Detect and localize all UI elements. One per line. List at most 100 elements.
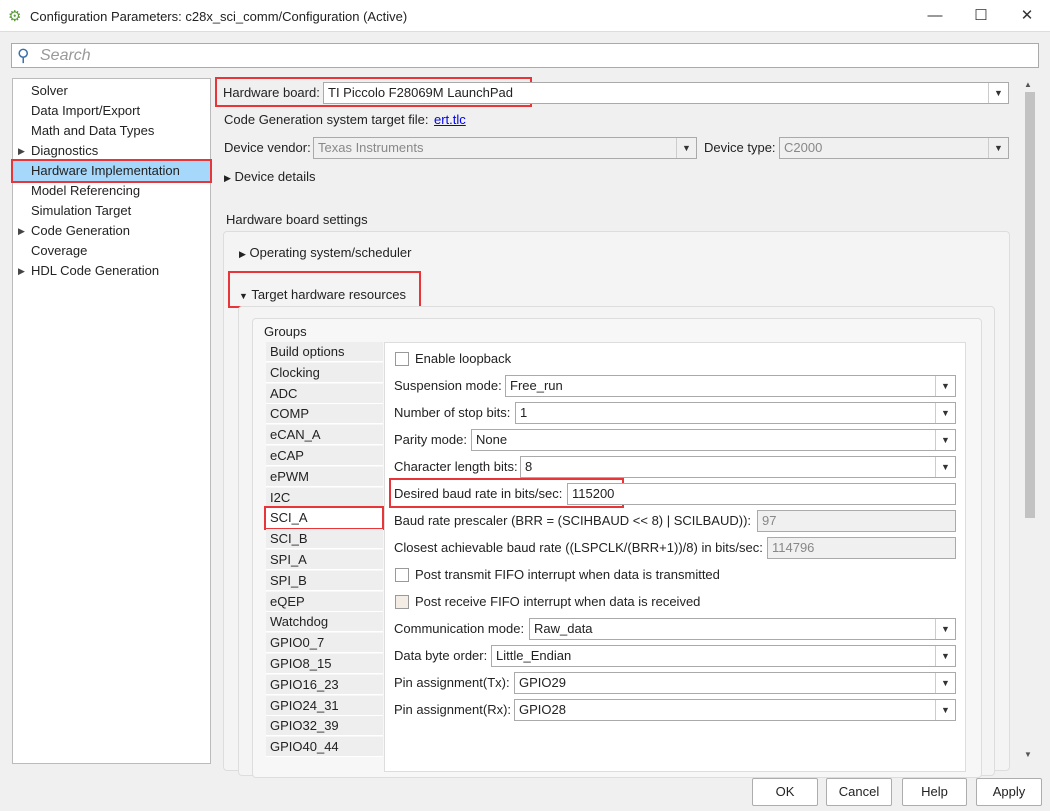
search-input[interactable]: ⚲ Search	[11, 43, 1039, 68]
pin-tx-select[interactable]: GPIO29 ▼	[514, 672, 956, 694]
category-tree: Solver Data Import/Export Math and Data Ty…	[11, 78, 212, 764]
enable-loopback-checkbox[interactable]	[395, 352, 409, 366]
tx-fifo-checkbox[interactable]	[395, 568, 409, 582]
group-item[interactable]: ADC	[266, 383, 383, 404]
group-item[interactable]: Build options	[266, 342, 383, 362]
hardware-board-value: TI Piccolo F28069M LaunchPad	[328, 85, 513, 100]
group-item[interactable]: GPIO16_23	[266, 674, 383, 695]
parity-mode-select[interactable]: None ▼	[471, 429, 956, 451]
group-item[interactable]: GPIO24_31	[266, 695, 383, 716]
group-item[interactable]: COMP	[266, 404, 383, 425]
device-vendor-select[interactable]: Texas Instruments ▼	[313, 137, 697, 159]
os-scheduler-toggle[interactable]: ▶ Operating system/scheduler	[239, 243, 411, 264]
tree-item-label: Solver	[31, 83, 68, 98]
apply-button[interactable]: Apply	[976, 778, 1042, 806]
tree-item-label: Code Generation	[31, 223, 131, 238]
group-item[interactable]: eCAN_A	[266, 425, 383, 446]
cancel-button[interactable]: Cancel	[826, 778, 892, 806]
brr-value: 97	[762, 513, 777, 528]
collapse-triangle-icon: ▼	[239, 291, 248, 301]
scrollbar-thumb[interactable]	[1025, 92, 1035, 518]
device-type-select[interactable]: C2000 ▼	[779, 137, 1009, 159]
group-item[interactable]: GPIO32_39	[266, 716, 383, 737]
expand-triangle-icon: ▶	[239, 249, 246, 259]
byte-order-label: Data byte order:	[394, 648, 488, 663]
group-item[interactable]: SCI_A	[264, 506, 384, 531]
device-details-label: Device details	[234, 169, 316, 184]
chevron-down-icon: ▼	[935, 376, 955, 396]
tree-item-label: HDL Code Generation	[31, 263, 160, 278]
byte-order-select[interactable]: Little_Endian ▼	[491, 645, 956, 667]
tree-item-model-referencing[interactable]: Model Referencing	[13, 181, 210, 201]
tree-item-label: Data Import/Export	[31, 103, 141, 118]
search-icon: ⚲	[17, 46, 30, 65]
tree-item-coverage[interactable]: Coverage	[13, 241, 210, 261]
tree-item-simulation-target[interactable]: Simulation Target	[13, 201, 210, 221]
pin-tx-value: GPIO29	[519, 675, 566, 690]
baud-rate-input[interactable]: 115200	[567, 483, 956, 505]
scroll-up-icon[interactable]: ▲	[1024, 80, 1032, 89]
group-item[interactable]: SPI_A	[266, 550, 383, 570]
target-file-label: Code Generation system target file:	[224, 112, 429, 127]
pin-rx-value: GPIO28	[519, 702, 566, 717]
device-vendor-value: Texas Instruments	[318, 140, 424, 155]
device-type-label: Device type:	[704, 140, 776, 155]
group-item[interactable]: I2C	[266, 487, 383, 508]
maximize-button[interactable]: ☐	[958, 0, 1004, 32]
expand-triangle-icon: ▶	[18, 226, 25, 236]
group-item[interactable]: SCI_B	[266, 529, 383, 550]
tree-item-code-generation[interactable]: ▶ Code Generation	[13, 221, 210, 241]
os-scheduler-label: Operating system/scheduler	[249, 245, 412, 260]
scroll-down-icon[interactable]: ▼	[1024, 750, 1032, 759]
device-details-toggle[interactable]: ▶ Device details	[224, 167, 315, 188]
target-file-link[interactable]: ert.tlc	[434, 110, 466, 130]
brr-label: Baud rate prescaler (BRR = (SCIHBAUD << …	[394, 513, 752, 528]
close-button[interactable]: ✕	[1004, 0, 1050, 32]
communication-mode-select[interactable]: Raw_data ▼	[529, 618, 956, 640]
group-item[interactable]: SPI_B	[266, 570, 383, 591]
chevron-down-icon: ▼	[935, 619, 955, 639]
chevron-down-icon: ▼	[935, 430, 955, 450]
pin-rx-select[interactable]: GPIO28 ▼	[514, 699, 956, 721]
group-item[interactable]: GPIO8_15	[266, 654, 383, 674]
group-item[interactable]: eCAP	[266, 446, 383, 466]
rx-fifo-checkbox[interactable]	[395, 595, 409, 609]
tree-item-hdl-code-generation[interactable]: ▶ HDL Code Generation	[13, 261, 210, 281]
group-item[interactable]: GPIO40_44	[266, 737, 383, 758]
expand-triangle-icon: ▶	[224, 173, 231, 183]
byte-order-value: Little_Endian	[496, 648, 572, 663]
tree-item-label: Diagnostics	[31, 143, 99, 158]
chevron-down-icon: ▼	[935, 646, 955, 666]
stop-bits-select[interactable]: 1 ▼	[515, 402, 956, 424]
group-item[interactable]: Clocking	[266, 362, 383, 383]
tree-item-hardware-implementation[interactable]: Hardware Implementation	[11, 159, 212, 183]
chevron-down-icon: ▼	[935, 673, 955, 693]
ok-button[interactable]: OK	[752, 778, 818, 806]
tree-item-solver[interactable]: Solver	[13, 81, 210, 101]
group-item[interactable]: eQEP	[266, 591, 383, 612]
tree-item-label: Hardware Implementation	[31, 163, 180, 178]
character-length-value: 8	[525, 459, 533, 474]
tree-item-math-and-data-types[interactable]: Math and Data Types	[13, 121, 210, 141]
hardware-board-select[interactable]: TI Piccolo F28069M LaunchPad ▼	[323, 82, 1009, 104]
suspension-mode-select[interactable]: Free_run ▼	[505, 375, 956, 397]
group-item[interactable]: Watchdog	[266, 612, 383, 633]
tree-item-diagnostics[interactable]: ▶ Diagnostics	[13, 141, 210, 161]
character-length-select[interactable]: 8 ▼	[520, 456, 956, 478]
group-item[interactable]: GPIO0_7	[266, 633, 383, 654]
window-title: Configuration Parameters: c28x_sci_comm/…	[30, 9, 408, 24]
communication-mode-label: Communication mode:	[394, 621, 525, 636]
closest-baud-label: Closest achievable baud rate ((LSPCLK/(B…	[394, 540, 763, 555]
tree-item-data-import-export[interactable]: Data Import/Export	[13, 101, 210, 121]
tree-item-label: Model Referencing	[31, 183, 141, 198]
group-item[interactable]: ePWM	[266, 466, 383, 487]
help-button[interactable]: Help	[902, 778, 967, 806]
minimize-button[interactable]: —	[912, 0, 958, 32]
parity-mode-label: Parity mode:	[394, 432, 467, 447]
parity-mode-value: None	[476, 432, 508, 447]
target-hardware-toggle[interactable]: ▼ Target hardware resources	[239, 285, 406, 306]
pin-tx-label: Pin assignment(Tx):	[394, 675, 510, 690]
pin-rx-label: Pin assignment(Rx):	[394, 702, 512, 717]
expand-triangle-icon: ▶	[18, 146, 25, 156]
hardware-board-label: Hardware board:	[223, 85, 320, 100]
